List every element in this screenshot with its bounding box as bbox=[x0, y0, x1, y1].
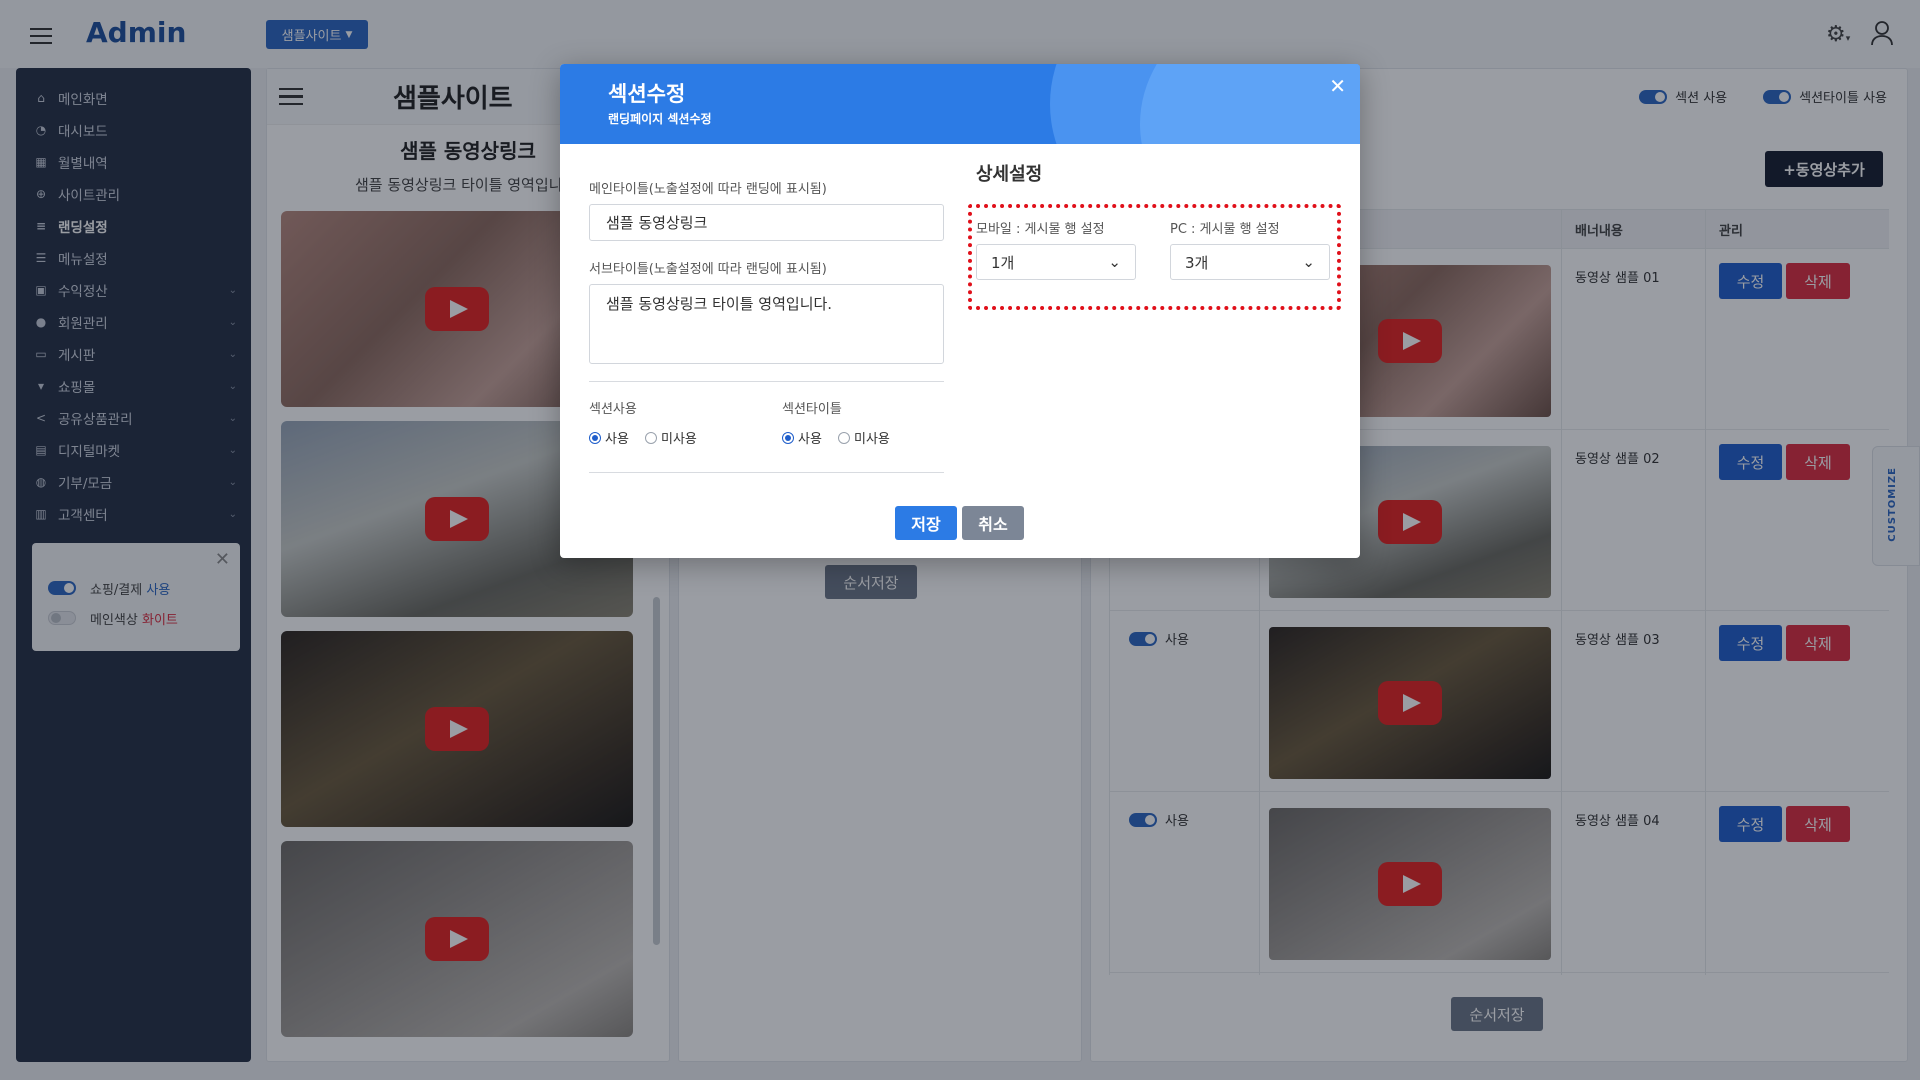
divider bbox=[589, 472, 944, 473]
radio-checked-icon bbox=[782, 431, 794, 444]
main-title-label: 메인타이틀(노출설정에 따라 랜딩에 표시됨) bbox=[589, 182, 827, 197]
detail-settings-title: 상세설정 bbox=[976, 164, 1043, 185]
radio-unchecked-icon bbox=[645, 431, 657, 444]
sub-title-textarea[interactable]: 샘플 동영상링크 타이틀 영역입니다. bbox=[589, 284, 944, 364]
save-button[interactable]: 저장 bbox=[895, 506, 957, 540]
modal-header: 섹션수정 랜딩페이지 섹션수정 ✕ bbox=[560, 64, 1360, 144]
section-title-use-radio-label: 사용 bbox=[798, 432, 822, 447]
mobile-rows-select[interactable]: 1개 ⌄ bbox=[976, 244, 1136, 280]
section-title-radio-use[interactable]: 사용 bbox=[782, 428, 822, 447]
pc-rows-value: 3개 bbox=[1185, 253, 1209, 272]
main-title-input[interactable]: 샘플 동영상링크 bbox=[589, 204, 944, 241]
pc-rows-label: PC : 게시물 행 설정 bbox=[1170, 222, 1280, 237]
modal-close-icon[interactable]: ✕ bbox=[1329, 74, 1346, 98]
header-decoration bbox=[1140, 64, 1360, 144]
chevron-down-icon: ⌄ bbox=[1302, 253, 1315, 271]
section-use-radio-label: 사용 bbox=[605, 432, 629, 447]
chevron-down-icon: ⌄ bbox=[1108, 253, 1121, 271]
section-use-label: 섹션사용 bbox=[589, 402, 637, 417]
section-unuse-radio-label: 미사용 bbox=[661, 432, 697, 447]
divider bbox=[589, 381, 944, 382]
section-edit-modal: 섹션수정 랜딩페이지 섹션수정 ✕ 메인타이틀(노출설정에 따라 랜딩에 표시됨… bbox=[560, 64, 1360, 558]
radio-checked-icon bbox=[589, 431, 601, 444]
section-title-radio-unuse[interactable]: 미사용 bbox=[838, 428, 890, 447]
admin-app: Admin 샘플사이트 ▼ ⚙▾ ⌂ 메인화면 ◔ 대시보드 ▦ 월별내역 ⊕ 사이트관리 ≡ 랜딩… bbox=[0, 0, 1920, 1080]
modal-subtitle: 랜딩페이지 섹션수정 bbox=[608, 112, 712, 126]
section-use-radio-unuse[interactable]: 미사용 bbox=[645, 428, 697, 447]
modal-title: 섹션수정 bbox=[608, 82, 686, 106]
sub-title-label: 서브타이틀(노출설정에 따라 랜딩에 표시됨) bbox=[589, 262, 827, 277]
section-title-unuse-radio-label: 미사용 bbox=[854, 432, 890, 447]
section-use-radio-use[interactable]: 사용 bbox=[589, 428, 629, 447]
cancel-button[interactable]: 취소 bbox=[962, 506, 1024, 540]
section-title-label: 섹션타이틀 bbox=[782, 402, 842, 417]
radio-unchecked-icon bbox=[838, 431, 850, 444]
mobile-rows-value: 1개 bbox=[991, 253, 1015, 272]
pc-rows-select[interactable]: 3개 ⌄ bbox=[1170, 244, 1330, 280]
mobile-rows-label: 모바일 : 게시물 행 설정 bbox=[976, 222, 1105, 237]
